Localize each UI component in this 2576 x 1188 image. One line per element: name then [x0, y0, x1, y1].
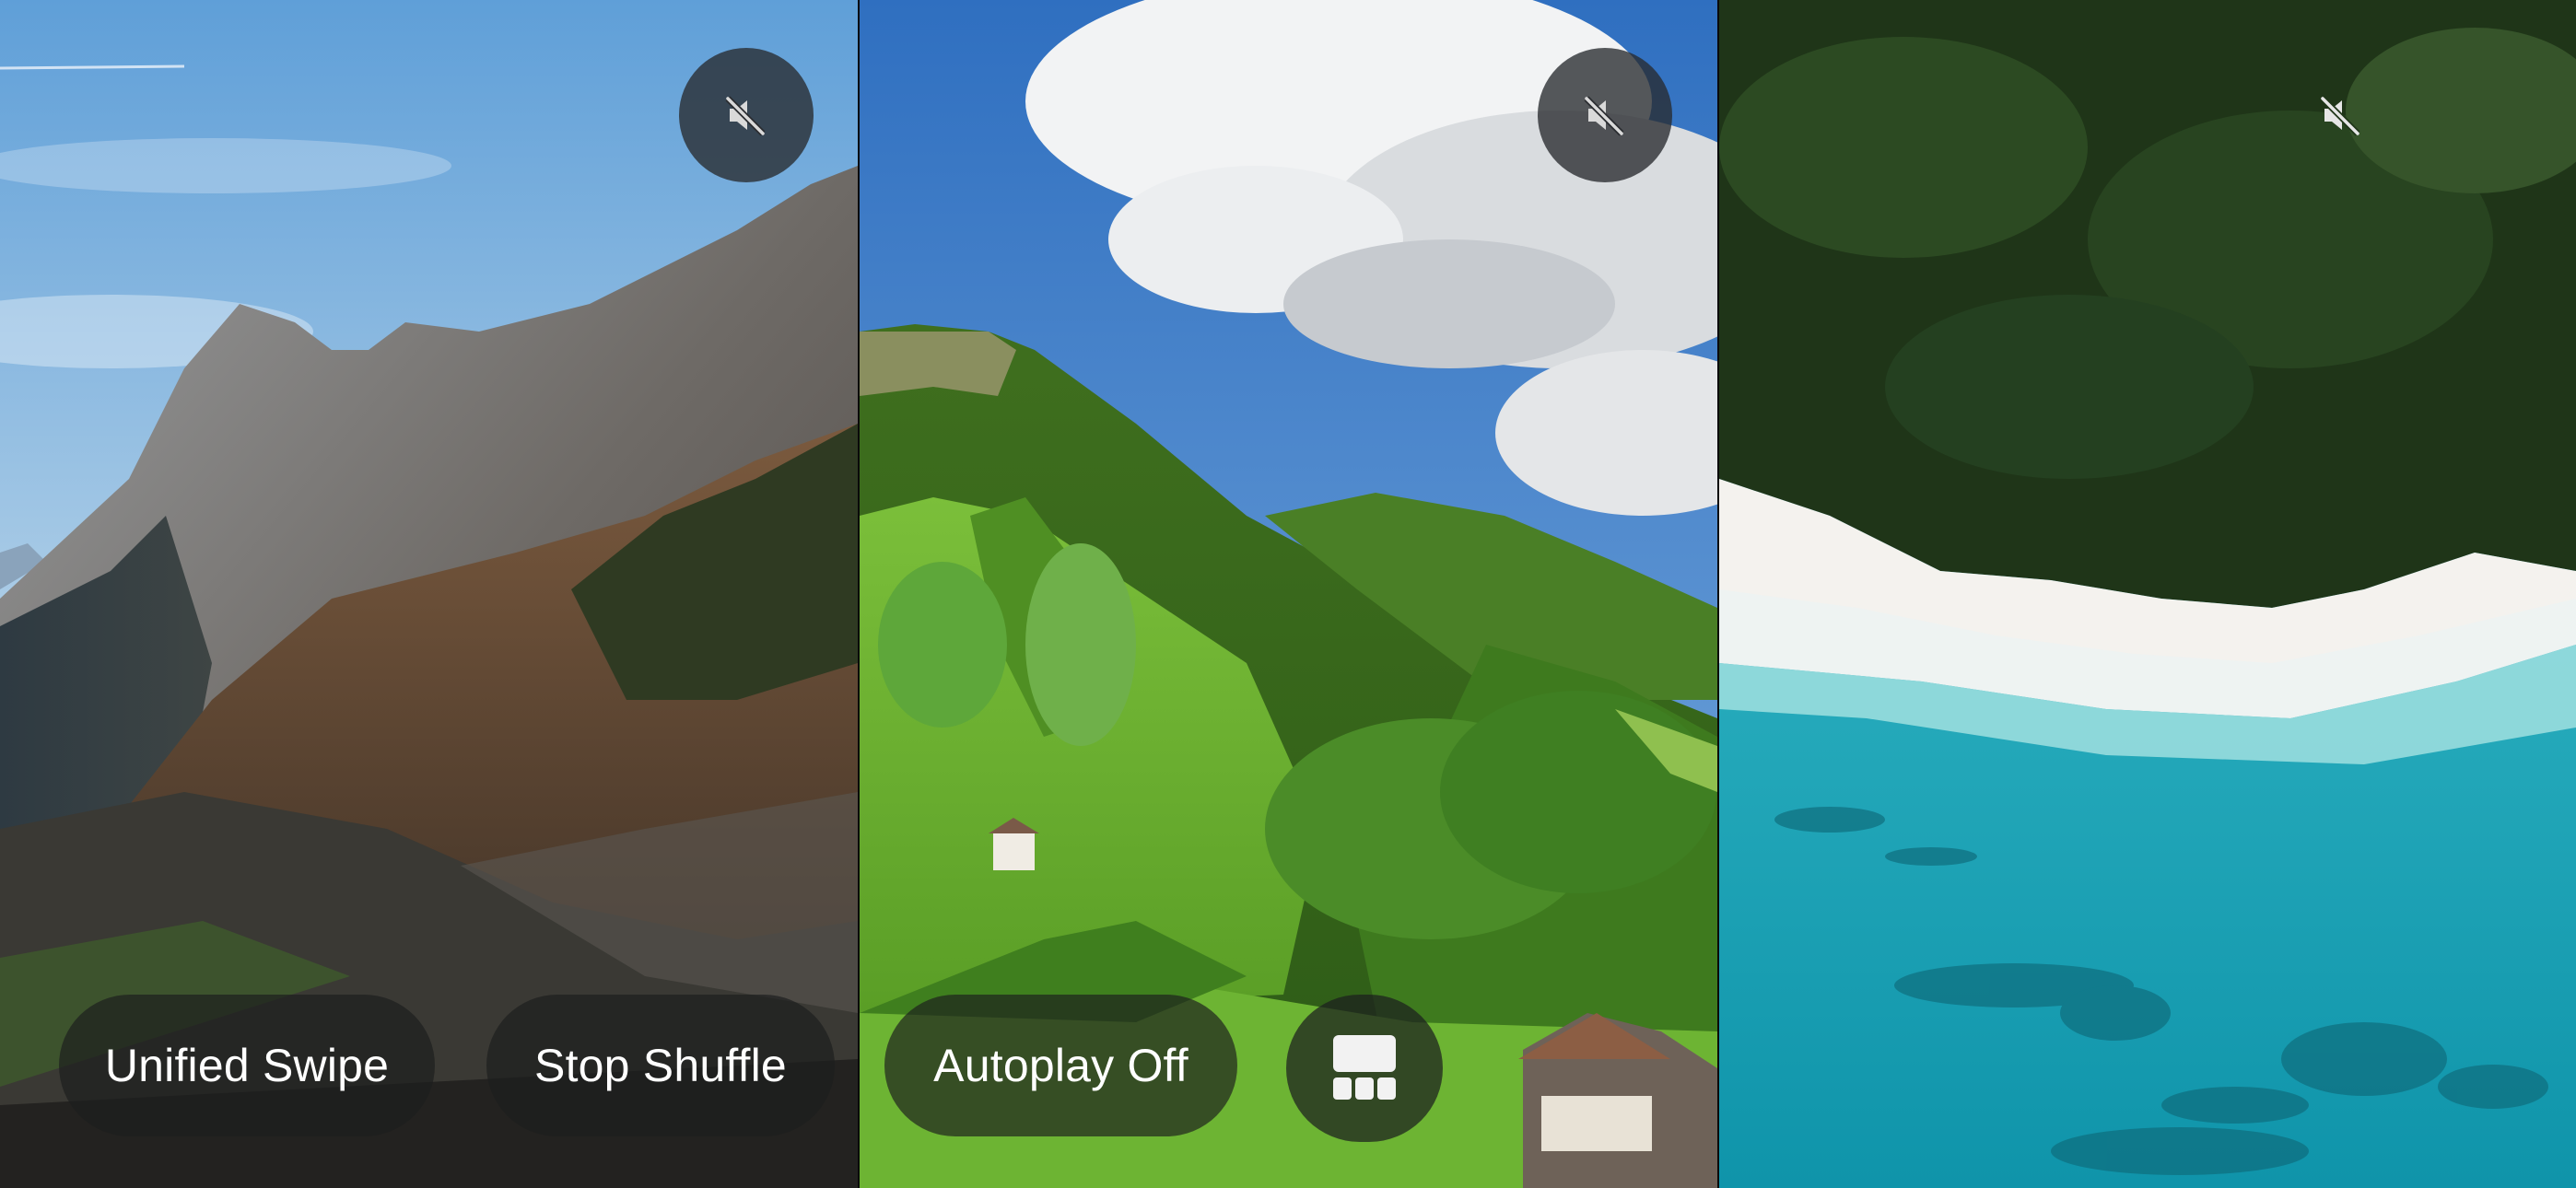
speaker-muted-icon	[1584, 96, 1624, 136]
grid-layout-icon	[1333, 1035, 1396, 1100]
mute-button[interactable]	[1538, 48, 1672, 182]
video-panel-beach[interactable]	[1719, 0, 2576, 1188]
speaker-muted-icon	[2320, 96, 2360, 136]
speaker-muted-icon	[725, 96, 766, 136]
mute-button[interactable]	[679, 48, 814, 182]
autoplay-label: Autoplay Off	[933, 1040, 1188, 1091]
stop-shuffle-button[interactable]: Stop Shuffle	[486, 995, 835, 1136]
autoplay-toggle-button[interactable]: Autoplay Off	[884, 995, 1237, 1136]
stop-shuffle-label: Stop Shuffle	[534, 1040, 787, 1091]
tropical-beach-scene	[1719, 0, 2576, 1188]
video-feed: Unified Swipe Stop Shuffle Autoplay Off	[0, 0, 2576, 1188]
mute-button[interactable]	[2274, 48, 2408, 182]
video-panel-mountain[interactable]: Unified Swipe Stop Shuffle	[0, 0, 858, 1188]
video-panel-valley[interactable]: Autoplay Off	[860, 0, 1717, 1188]
unified-swipe-label: Unified Swipe	[104, 1040, 390, 1091]
layout-button[interactable]	[1286, 995, 1443, 1142]
unified-swipe-button[interactable]: Unified Swipe	[59, 995, 435, 1136]
